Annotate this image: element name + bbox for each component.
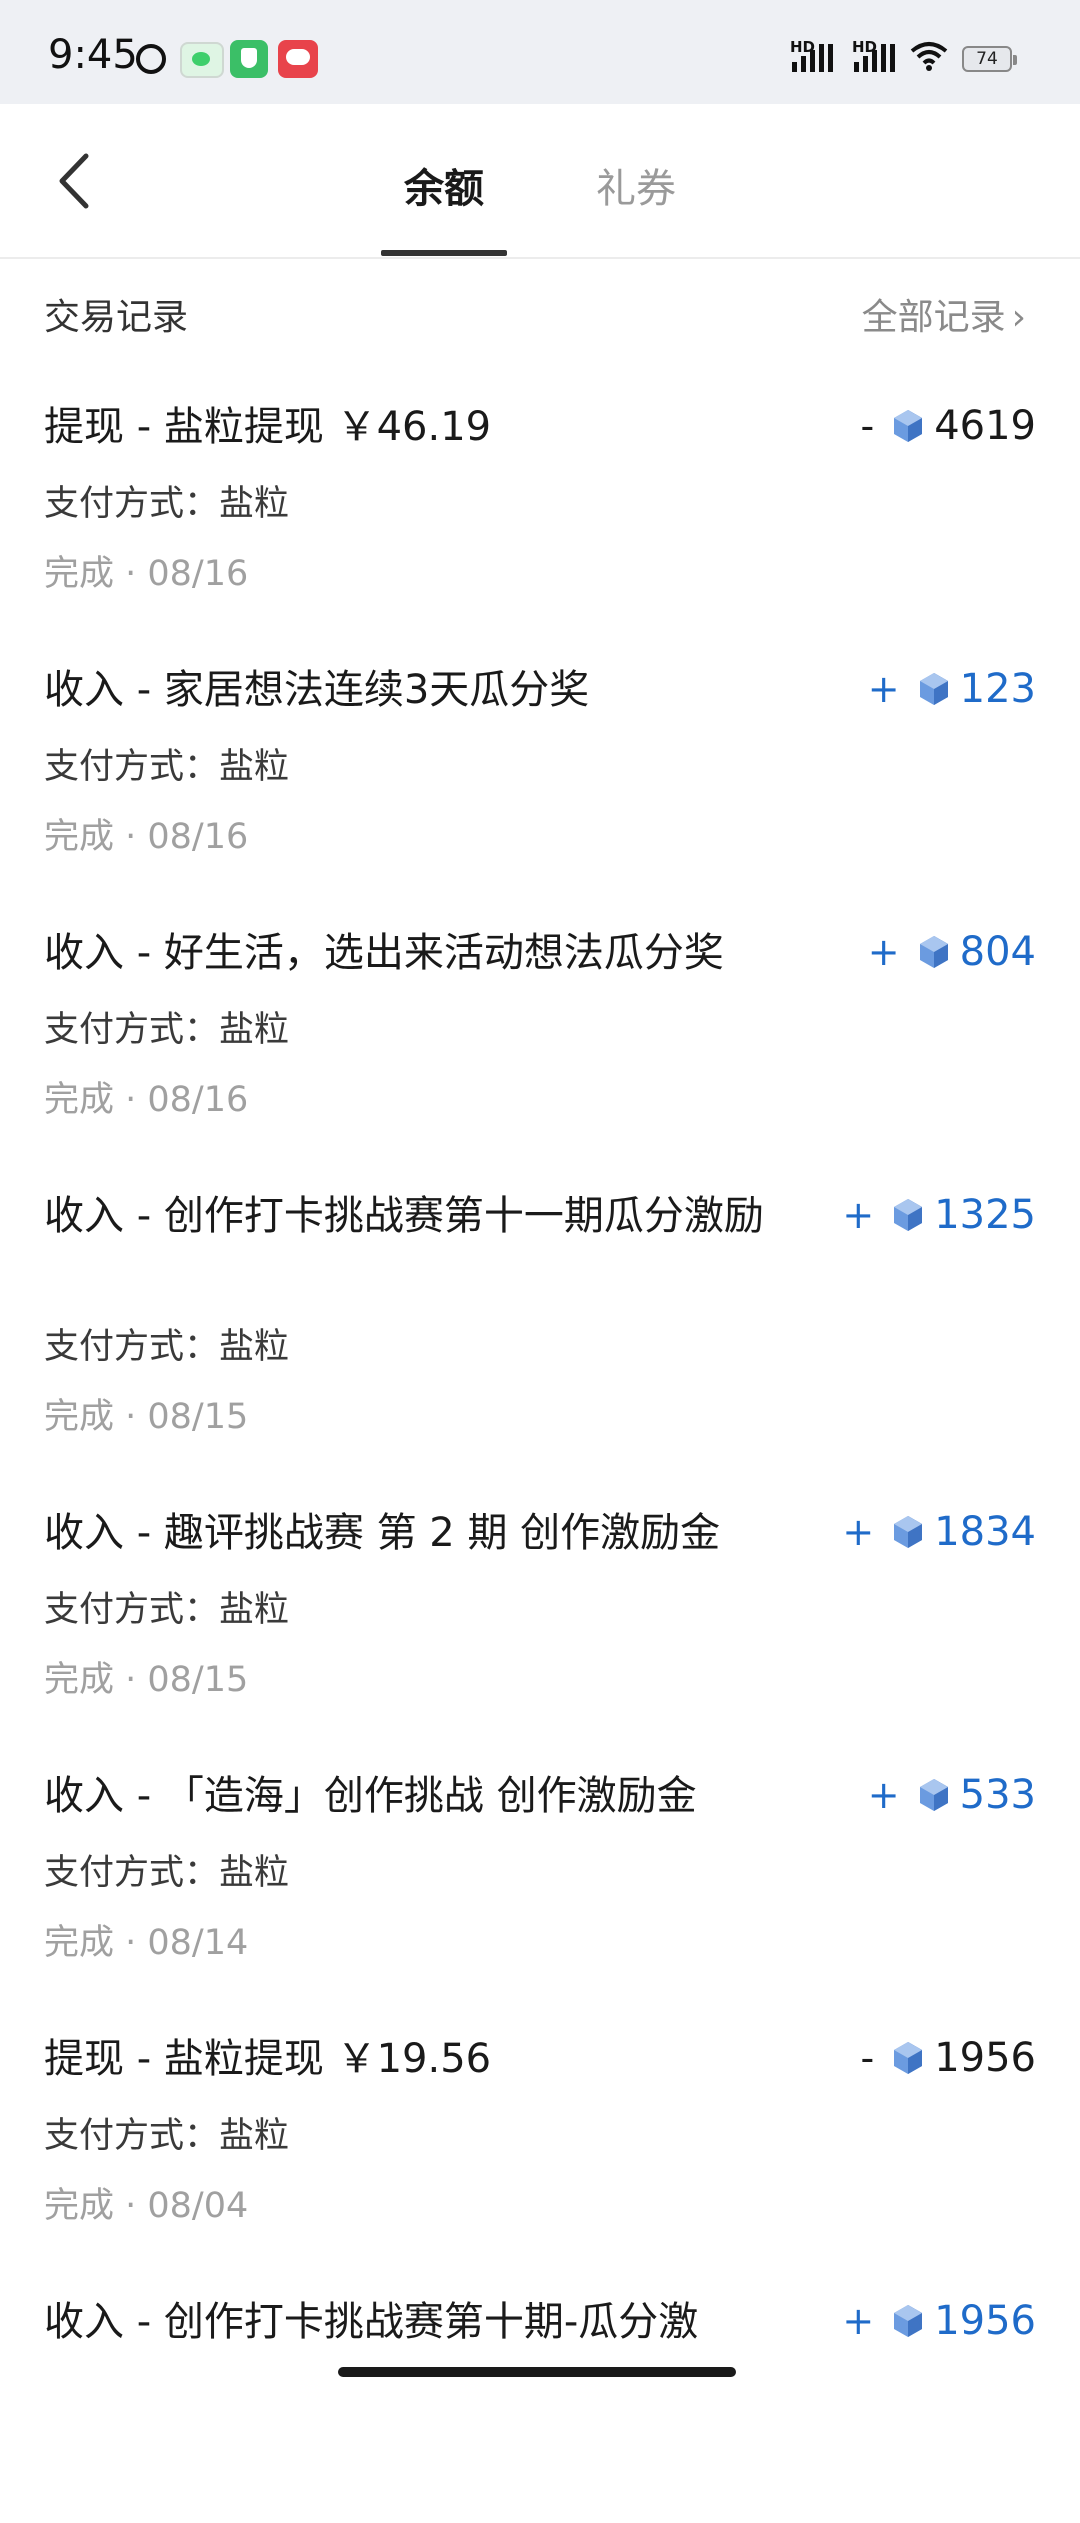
cloud-app-icon <box>278 40 318 78</box>
back-arrow-icon[interactable] <box>52 152 104 210</box>
amount-sign: + <box>867 1773 900 1817</box>
transaction-amount: +533 <box>868 1772 1036 1818</box>
salt-coin-icon <box>919 673 948 705</box>
security-app-icon <box>230 40 268 78</box>
transaction-row[interactable]: 收入 - 家居想法连续3天瓜分奖支付方式：盐粒 完成 · 08/16 +123 <box>0 628 1080 891</box>
transaction-title: 收入 - 创作打卡挑战赛第十一期瓜分激励 <box>44 1193 764 1239</box>
amount-sign: + <box>842 2299 875 2343</box>
active-tab-indicator <box>381 250 507 256</box>
amount-sign: - <box>860 2036 875 2080</box>
battery-icon: 74 <box>962 46 1017 72</box>
amount-value: 1325 <box>934 1192 1036 1238</box>
amount-value: 123 <box>959 666 1036 712</box>
amount-value: 1956 <box>934 2035 1036 2081</box>
amount-value: 1956 <box>934 2298 1036 2344</box>
transaction-title: 收入 - 创作打卡挑战赛第十期-瓜分激 <box>44 2299 699 2345</box>
transaction-status: 完成 · 08/04 <box>44 2186 249 2226</box>
payment-method: 支付方式：盐粒 <box>44 1327 290 1367</box>
transaction-row[interactable]: 收入 - 「造海」创作挑战 创作激励金支付方式：盐粒 完成 · 08/14 +533 <box>0 1734 1080 1997</box>
transaction-title: 提现 - 盐粒提现 ￥19.56 <box>44 2036 492 2082</box>
transaction-status: 完成 · 08/16 <box>44 817 249 857</box>
transaction-list: 提现 - 盐粒提现 ￥46.19 支付方式：盐粒 完成 · 08/16 - 4619 收入… <box>0 365 1080 2523</box>
amount-sign: + <box>842 1510 875 1554</box>
transaction-row[interactable]: 收入 - 趣评挑战赛 第 2 期 创作激励金支付方式：盐粒 完成 · 08/15 +… <box>0 1471 1080 1734</box>
salt-coin-icon <box>894 2305 923 2337</box>
tab-coupon[interactable]: 礼券 <box>596 156 676 214</box>
amount-value: 804 <box>959 929 1036 975</box>
salt-coin-icon <box>919 936 948 968</box>
amount-sign: - <box>860 404 875 448</box>
tab-balance[interactable]: 余额 <box>404 156 484 214</box>
transaction-title: 提现 - 盐粒提现 ￥46.19 <box>44 404 492 450</box>
transaction-row[interactable]: 提现 - 盐粒提现 ￥46.19 支付方式：盐粒 完成 · 08/16 - 4619 <box>0 365 1080 628</box>
signal-icon-2 <box>854 42 895 72</box>
home-indicator[interactable] <box>338 2367 736 2377</box>
transaction-title: 收入 - 好生活，选出来活动想法瓜分奖 <box>44 930 724 976</box>
transaction-row[interactable]: 提现 - 盐粒提现 ￥19.56 支付方式：盐粒 完成 · 08/04 - 1956 <box>0 1997 1080 2260</box>
payment-method: 支付方式：盐粒 <box>44 484 290 524</box>
transaction-row[interactable]: 收入 - 好生活，选出来活动想法瓜分奖支付方式：盐粒 完成 · 08/16 +804 <box>0 891 1080 1154</box>
amount-value: 4619 <box>934 403 1036 449</box>
amount-sign: + <box>842 1193 875 1237</box>
status-time: 9:45 <box>48 32 138 78</box>
salt-coin-icon <box>894 2042 923 2074</box>
payment-method: 支付方式：盐粒 <box>44 2116 290 2156</box>
salt-coin-icon <box>894 1199 923 1231</box>
signal-icon <box>792 42 833 72</box>
transaction-status: 完成 · 08/15 <box>44 1397 249 1437</box>
transaction-amount: +1325 <box>842 1192 1036 1238</box>
all-records-link[interactable]: 全部记录 › <box>862 288 1026 340</box>
salt-coin-icon <box>919 1779 948 1811</box>
alarm-icon <box>136 44 166 74</box>
payment-method: 支付方式：盐粒 <box>44 1590 290 1630</box>
transaction-title: 收入 - 「造海」创作挑战 创作激励金 <box>44 1773 697 1819</box>
payment-method: 支付方式：盐粒 <box>44 1853 290 1893</box>
section-title: 交易记录 <box>44 297 189 338</box>
amount-value: 1834 <box>934 1509 1036 1555</box>
transaction-row[interactable]: 收入 - 创作打卡挑战赛第十一期瓜分激励支付方式：盐粒 完成 · 08/15 +13… <box>0 1154 1080 1471</box>
header-divider <box>0 257 1080 259</box>
amount-value: 533 <box>959 1772 1036 1818</box>
payment-method: 支付方式：盐粒 <box>44 747 290 787</box>
transaction-title: 收入 - 趣评挑战赛 第 2 期 创作激励金 <box>44 1510 721 1556</box>
chat-app-icon <box>180 42 224 78</box>
transaction-amount: - 4619 <box>860 403 1036 449</box>
payment-method: 支付方式：盐粒 <box>44 1010 290 1050</box>
transaction-amount: +804 <box>868 929 1036 975</box>
battery-level: 74 <box>976 49 998 69</box>
transaction-status: 完成 · 08/16 <box>44 554 249 594</box>
transaction-status: 完成 · 08/16 <box>44 1080 249 1120</box>
transaction-row[interactable]: 收入 - 创作打卡挑战赛第十期-瓜分激 +1956 <box>0 2260 1080 2523</box>
wifi-icon <box>910 42 948 71</box>
top-nav: 余额 礼券 <box>0 104 1080 258</box>
transaction-title: 收入 - 家居想法连续3天瓜分奖 <box>44 667 590 713</box>
all-records-label: 全部记录 <box>861 297 1006 338</box>
amount-sign: + <box>867 930 900 974</box>
transaction-amount: +1834 <box>842 1509 1036 1555</box>
salt-coin-icon <box>894 410 923 442</box>
salt-coin-icon <box>894 1516 923 1548</box>
transaction-amount: - 1956 <box>860 2035 1036 2081</box>
amount-sign: + <box>867 667 900 711</box>
status-bar: 9:45 HD HD 74 <box>0 0 1080 104</box>
transaction-amount: +123 <box>868 666 1036 712</box>
transaction-status: 完成 · 08/15 <box>44 1660 249 1700</box>
transaction-amount: +1956 <box>842 2298 1036 2344</box>
transaction-status: 完成 · 08/14 <box>44 1923 249 1963</box>
chevron-right-icon: › <box>1011 297 1026 338</box>
